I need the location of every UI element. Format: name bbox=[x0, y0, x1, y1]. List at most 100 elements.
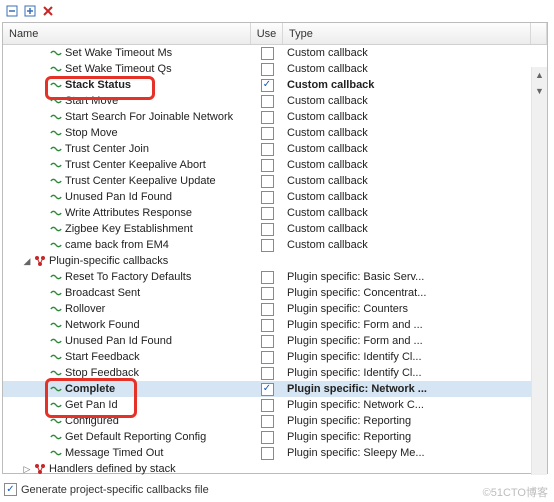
table-row[interactable]: Unused Pan Id FoundCustom callback bbox=[3, 189, 547, 205]
row-label: Get Pan Id bbox=[65, 399, 118, 411]
table-row[interactable]: Stop FeedbackPlugin specific: Identify C… bbox=[3, 365, 547, 381]
table-row[interactable]: Network FoundPlugin specific: Form and .… bbox=[3, 317, 547, 333]
column-header-type[interactable]: Type bbox=[283, 23, 531, 44]
use-checkbox[interactable] bbox=[261, 47, 274, 60]
use-checkbox[interactable] bbox=[261, 303, 274, 316]
callback-icon bbox=[49, 271, 63, 283]
scroll-down-icon[interactable]: ▼ bbox=[532, 83, 547, 99]
table-row[interactable]: Trust Center Join Custom callback bbox=[3, 141, 547, 157]
table-row[interactable]: Reset To Factory DefaultsPlugin specific… bbox=[3, 269, 547, 285]
use-checkbox[interactable] bbox=[261, 447, 274, 460]
expand-icon[interactable]: ▷ bbox=[21, 464, 33, 475]
row-label: Trust Center Keepalive Abort bbox=[65, 159, 206, 171]
use-checkbox[interactable]: ✓ bbox=[261, 383, 274, 396]
expand-all-button[interactable] bbox=[22, 3, 38, 19]
row-label: Zigbee Key Establishment bbox=[65, 223, 193, 235]
table-row[interactable]: Stop MoveCustom callback bbox=[3, 125, 547, 141]
scroll-up-icon[interactable]: ▲ bbox=[532, 67, 547, 83]
table-row[interactable]: Trust Center Keepalive UpdateCustom call… bbox=[3, 173, 547, 189]
watermark: ©51CTO博客 bbox=[483, 484, 548, 500]
vertical-scrollbar[interactable]: ▲ ▼ bbox=[531, 67, 547, 475]
callback-icon bbox=[49, 79, 63, 91]
row-type: Plugin specific: Form and ... bbox=[283, 319, 547, 331]
use-checkbox[interactable] bbox=[261, 111, 274, 124]
use-checkbox[interactable] bbox=[261, 239, 274, 252]
callback-icon bbox=[49, 239, 63, 251]
column-header-name[interactable]: Name bbox=[3, 23, 251, 44]
use-checkbox[interactable] bbox=[261, 335, 274, 348]
table-row[interactable]: Set Wake Timeout QsCustom callback bbox=[3, 61, 547, 77]
callback-icon bbox=[49, 95, 63, 107]
table-row[interactable]: Start MoveCustom callback bbox=[3, 93, 547, 109]
table-row[interactable]: Zigbee Key EstablishmentCustom callback bbox=[3, 221, 547, 237]
table-row[interactable]: Start Search For Joinable NetworkCustom … bbox=[3, 109, 547, 125]
table-row[interactable]: Message Timed OutPlugin specific: Sleepy… bbox=[3, 445, 547, 461]
use-checkbox[interactable] bbox=[261, 191, 274, 204]
table-row[interactable]: Set Wake Timeout MsCustom callback bbox=[3, 45, 547, 61]
use-checkbox[interactable] bbox=[261, 271, 274, 284]
use-checkbox[interactable] bbox=[261, 223, 274, 236]
table-row[interactable]: Trust Center Keepalive Abort Custom callb… bbox=[3, 157, 547, 173]
use-checkbox[interactable] bbox=[261, 415, 274, 428]
column-header-use[interactable]: Use bbox=[251, 23, 283, 44]
use-checkbox[interactable] bbox=[261, 431, 274, 444]
use-checkbox[interactable] bbox=[261, 63, 274, 76]
callback-icon bbox=[49, 431, 63, 443]
table-row[interactable]: Broadcast SentPlugin specific: Concentra… bbox=[3, 285, 547, 301]
callback-icon bbox=[49, 399, 63, 411]
collapse-icon[interactable]: ◢ bbox=[21, 256, 33, 267]
callback-icon bbox=[49, 383, 63, 395]
table-row[interactable]: Unused Pan Id FoundPlugin specific: Form… bbox=[3, 333, 547, 349]
row-type: Custom callback bbox=[283, 143, 547, 155]
row-label: Unused Pan Id Found bbox=[65, 335, 172, 347]
row-type: Custom callback bbox=[283, 79, 547, 91]
row-label: Reset To Factory Defaults bbox=[65, 271, 191, 283]
row-type: Custom callback bbox=[283, 95, 547, 107]
use-checkbox[interactable] bbox=[261, 319, 274, 332]
row-label: Trust Center Keepalive Update bbox=[65, 175, 216, 187]
use-checkbox[interactable] bbox=[261, 175, 274, 188]
table-row[interactable]: RolloverPlugin specific: Counters bbox=[3, 301, 547, 317]
row-type: Plugin specific: Reporting bbox=[283, 431, 547, 443]
use-checkbox[interactable] bbox=[261, 287, 274, 300]
row-type: Custom callback bbox=[283, 159, 547, 171]
tree-branch[interactable]: ◢Plugin-specific callbacks bbox=[3, 253, 547, 269]
use-checkbox[interactable] bbox=[261, 351, 274, 364]
callback-icon bbox=[49, 175, 63, 187]
collapse-all-button[interactable] bbox=[4, 3, 20, 19]
use-checkbox[interactable] bbox=[261, 143, 274, 156]
tool-button[interactable] bbox=[40, 3, 56, 19]
table-row[interactable]: Get Default Reporting Config Plugin speci… bbox=[3, 429, 547, 445]
row-type: Plugin specific: Sleepy Me... bbox=[283, 447, 547, 459]
use-checkbox[interactable] bbox=[261, 159, 274, 172]
generate-callbacks-checkbox[interactable]: ✓ bbox=[4, 483, 17, 496]
callback-icon bbox=[49, 335, 63, 347]
table-row[interactable]: Start FeedbackPlugin specific: Identify … bbox=[3, 349, 547, 365]
table-row[interactable]: Stack Status✓Custom callback bbox=[3, 77, 547, 93]
tree-branch[interactable]: ▷ Handlers defined by stack bbox=[3, 461, 547, 475]
use-checkbox[interactable] bbox=[261, 95, 274, 108]
use-checkbox[interactable]: ✓ bbox=[261, 79, 274, 92]
row-label: Handlers defined by stack bbox=[49, 463, 176, 475]
row-label: Trust Center Join bbox=[65, 143, 149, 155]
table-row[interactable]: came back from EM4Custom callback bbox=[3, 237, 547, 253]
callback-icon bbox=[49, 319, 63, 331]
table-row[interactable]: ConfiguredPlugin specific: Reporting bbox=[3, 413, 547, 429]
use-checkbox[interactable] bbox=[261, 127, 274, 140]
row-type: Custom callback bbox=[283, 191, 547, 203]
row-type: Plugin specific: Network C... bbox=[283, 399, 547, 411]
row-type: Plugin specific: Reporting bbox=[283, 415, 547, 427]
use-checkbox[interactable] bbox=[261, 399, 274, 412]
callback-icon bbox=[49, 159, 63, 171]
table-row[interactable]: Get Pan Id Plugin specific: Network C... bbox=[3, 397, 547, 413]
table-row[interactable]: Complete✓Plugin specific: Network ... bbox=[3, 381, 547, 397]
callback-icon bbox=[49, 111, 63, 123]
use-checkbox[interactable] bbox=[261, 207, 274, 220]
table-row[interactable]: Write Attributes ResponseCustom callback bbox=[3, 205, 547, 221]
callback-icon bbox=[49, 47, 63, 59]
use-checkbox[interactable] bbox=[261, 367, 274, 380]
row-type: Custom callback bbox=[283, 127, 547, 139]
branch-icon bbox=[33, 463, 47, 475]
row-label: Get Default Reporting Config bbox=[65, 431, 206, 443]
row-label: Set Wake Timeout Qs bbox=[65, 63, 172, 75]
